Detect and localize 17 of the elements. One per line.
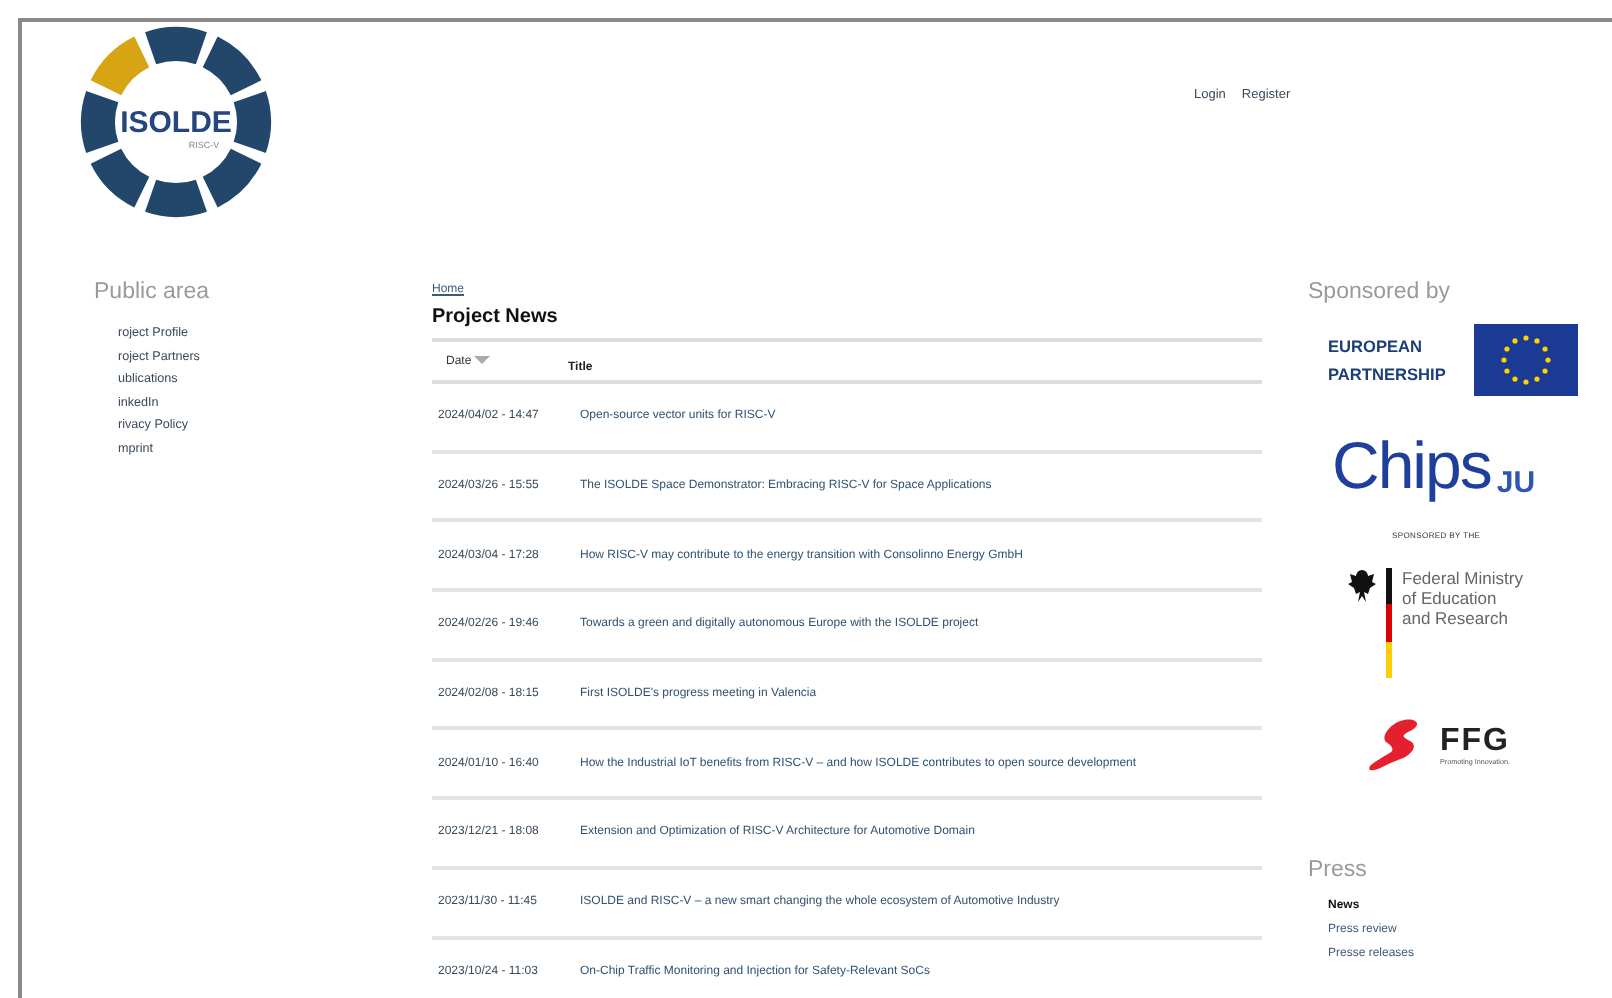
logo-text: Federal Ministry xyxy=(1402,568,1523,588)
sidebar-title: Public area xyxy=(94,280,212,304)
logo-text: FFG xyxy=(1440,726,1510,758)
logo-text: of Education xyxy=(1402,588,1499,608)
logo-title: ISOLDE xyxy=(120,106,232,140)
logo-text: PARTNERSHIP xyxy=(1328,362,1446,388)
logo-text: Chips xyxy=(1332,432,1491,500)
sidebar-title: Sponsored by xyxy=(1308,280,1452,304)
logo-text: JU xyxy=(1496,466,1536,500)
flag-bar-icon xyxy=(1386,568,1392,678)
logo-text: EUROPEAN xyxy=(1328,334,1425,360)
section-heading: Project News xyxy=(432,306,560,328)
eagle-icon xyxy=(1348,568,1376,604)
logo-text: and Research xyxy=(1402,608,1510,628)
flag-icon xyxy=(1473,324,1578,396)
sort-icon xyxy=(473,356,490,366)
sidebar-title: Press xyxy=(1308,858,1369,882)
